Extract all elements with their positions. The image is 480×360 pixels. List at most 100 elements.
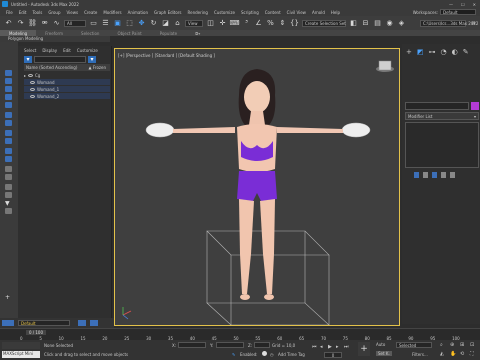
tab-object-paint[interactable]: Object Paint — [108, 30, 150, 36]
list-item[interactable]: ▸ Cg — [24, 72, 110, 78]
expand-toolbar-icon[interactable]: » — [469, 19, 478, 28]
remove-modifier-icon[interactable] — [441, 172, 446, 178]
select-by-name-icon[interactable]: ☰ — [101, 19, 110, 28]
zoom-region-icon[interactable]: ⊡ — [470, 342, 474, 348]
workspace-dropdown[interactable]: Default — [440, 9, 476, 15]
select-object-icon[interactable]: ▭ — [89, 19, 98, 28]
set-key-icon[interactable]: + — [358, 342, 370, 356]
menu-create[interactable]: Create — [84, 10, 97, 15]
menu-scripting[interactable]: Scripting — [241, 10, 259, 15]
eye-icon[interactable] — [30, 94, 35, 98]
filter-icon[interactable]: ▼ — [5, 200, 12, 207]
maximize-icon[interactable]: ☐ — [461, 2, 465, 7]
display-helpers-icon[interactable] — [5, 112, 12, 118]
menu-modifiers[interactable]: Modifiers — [103, 10, 121, 15]
find-icon[interactable] — [5, 208, 12, 214]
maximize-viewport-icon[interactable]: ⛶ — [470, 351, 474, 357]
menu-graph-editors[interactable]: Graph Editors — [154, 10, 181, 15]
orbit-icon[interactable]: ⟲ — [460, 351, 464, 357]
eye-icon[interactable] — [30, 87, 35, 91]
select-manipulate-icon[interactable]: ✛ — [218, 19, 227, 28]
ribbon-options-icon[interactable]: ◘▾ — [186, 30, 209, 36]
find-toggle-icon[interactable]: ▾ — [88, 56, 96, 63]
menu-tools[interactable]: Tools — [32, 10, 42, 15]
explorer-search-input[interactable] — [34, 56, 86, 63]
adaptive-degradation-icon[interactable]: ✎ — [232, 352, 235, 357]
project-path-field[interactable]: C:\Users\Ics...3ds Max 2022 — [420, 19, 478, 27]
layer-dropdown[interactable]: Default — [18, 320, 70, 326]
display-tab-icon[interactable]: ◐ — [452, 48, 458, 55]
menu-arnold[interactable]: Arnold — [312, 10, 325, 15]
bind-spacewarp-icon[interactable]: ∿ — [52, 19, 61, 28]
filter-toggle-icon[interactable]: ▾ — [24, 56, 32, 63]
field-of-view-icon[interactable]: ◭ — [440, 351, 444, 357]
explorer-menu-select[interactable]: Select — [24, 48, 36, 54]
object-name-field[interactable] — [405, 102, 469, 110]
display-groups-icon[interactable] — [5, 130, 12, 136]
auto-key-button[interactable]: Auto — [376, 342, 385, 347]
set-key-button[interactable]: Set K. — [376, 351, 392, 356]
prev-frame-icon[interactable]: ◂ — [320, 344, 323, 350]
display-shapes-icon[interactable] — [5, 86, 12, 92]
link-icon[interactable]: ⛓ — [28, 19, 37, 28]
object-name[interactable]: Womand_2 — [37, 94, 59, 99]
reference-coord-dropdown[interactable]: View — [185, 19, 203, 27]
zoom-all-icon[interactable]: ⊕ — [450, 342, 454, 348]
key-filter-dropdown[interactable]: Selected — [396, 342, 432, 348]
maxscript-listener[interactable] — [2, 342, 40, 349]
display-geometry-icon[interactable] — [5, 78, 12, 84]
undo-icon[interactable]: ↶ — [4, 19, 13, 28]
menu-views[interactable]: Views — [67, 10, 79, 15]
motion-tab-icon[interactable]: ◔ — [441, 48, 447, 55]
unlink-icon[interactable]: ⚮ — [40, 19, 49, 28]
tab-populate[interactable]: Populate — [151, 30, 186, 36]
plus-icon[interactable]: + — [5, 294, 12, 301]
zoom-extents-icon[interactable]: ⊞ — [460, 342, 464, 348]
select-rotate-icon[interactable]: ↻ — [149, 19, 158, 28]
display-containers-icon[interactable] — [5, 156, 12, 162]
angle-snap-icon[interactable]: ∠ — [254, 19, 263, 28]
edit-named-sel-icon[interactable]: {} — [290, 19, 299, 28]
timeline[interactable]: 0 / 100 0 5 10 15 20 25 30 35 40 45 50 5… — [0, 328, 480, 341]
select-scale-icon[interactable]: ◪ — [161, 19, 170, 28]
modifier-stack[interactable] — [405, 122, 479, 168]
percent-snap-icon[interactable]: % — [266, 19, 275, 28]
maxscript-mini-input[interactable]: MAXScript Mini — [2, 351, 40, 358]
named-selection-dropdown[interactable]: Create Selection Set — [302, 19, 346, 27]
material-editor-icon[interactable]: ◉ — [385, 19, 394, 28]
display-xrefs-icon[interactable] — [5, 138, 12, 144]
play-icon[interactable]: ▶ — [328, 344, 332, 350]
display-bones-icon[interactable] — [5, 148, 12, 154]
rectangular-selection-icon[interactable]: ▣ — [113, 19, 122, 28]
explorer-header[interactable]: Name (Sorted Ascending) ▲ Frozen — [24, 64, 110, 71]
modify-tab-icon[interactable]: ◩ — [417, 48, 424, 55]
column-frozen[interactable]: ▲ Frozen — [89, 65, 106, 70]
y-coordinate-field[interactable] — [216, 342, 244, 348]
list-item[interactable]: Womand — [24, 79, 110, 85]
z-coordinate-field[interactable] — [254, 342, 270, 348]
render-setup-icon[interactable]: ◈ — [397, 19, 406, 28]
modifier-list-dropdown[interactable]: Modifier List ▾ — [405, 112, 479, 120]
object-color-swatch[interactable] — [471, 102, 479, 110]
display-all-icon[interactable] — [5, 184, 12, 190]
layer-settings-icon[interactable] — [78, 320, 86, 326]
display-spacewarps-icon[interactable] — [5, 120, 12, 126]
select-move-icon[interactable]: ✥ — [137, 19, 146, 28]
align-icon[interactable]: ⊟ — [361, 19, 370, 28]
add-time-tag[interactable]: Add Time Tag — [278, 352, 305, 357]
mirror-icon[interactable]: ◧ — [349, 19, 358, 28]
make-unique-icon[interactable] — [432, 172, 437, 178]
layer-add-icon[interactable] — [90, 320, 98, 326]
utilities-tab-icon[interactable]: ✎ — [463, 48, 469, 55]
menu-group[interactable]: Group — [48, 10, 60, 15]
explorer-menu-customize[interactable]: Customize — [77, 48, 98, 54]
eye-icon[interactable] — [30, 80, 35, 84]
next-frame-icon[interactable]: ▸ — [336, 344, 339, 350]
pan-icon[interactable]: ✋ — [450, 351, 456, 357]
perspective-viewport[interactable] — [114, 48, 400, 326]
create-tab-icon[interactable]: + — [406, 48, 412, 55]
menu-edit[interactable]: Edit — [19, 10, 27, 15]
key-filters-button[interactable]: Filters... — [412, 352, 428, 357]
selection-filter-dropdown[interactable]: All — [64, 19, 86, 27]
configure-sets-icon[interactable] — [450, 172, 455, 178]
